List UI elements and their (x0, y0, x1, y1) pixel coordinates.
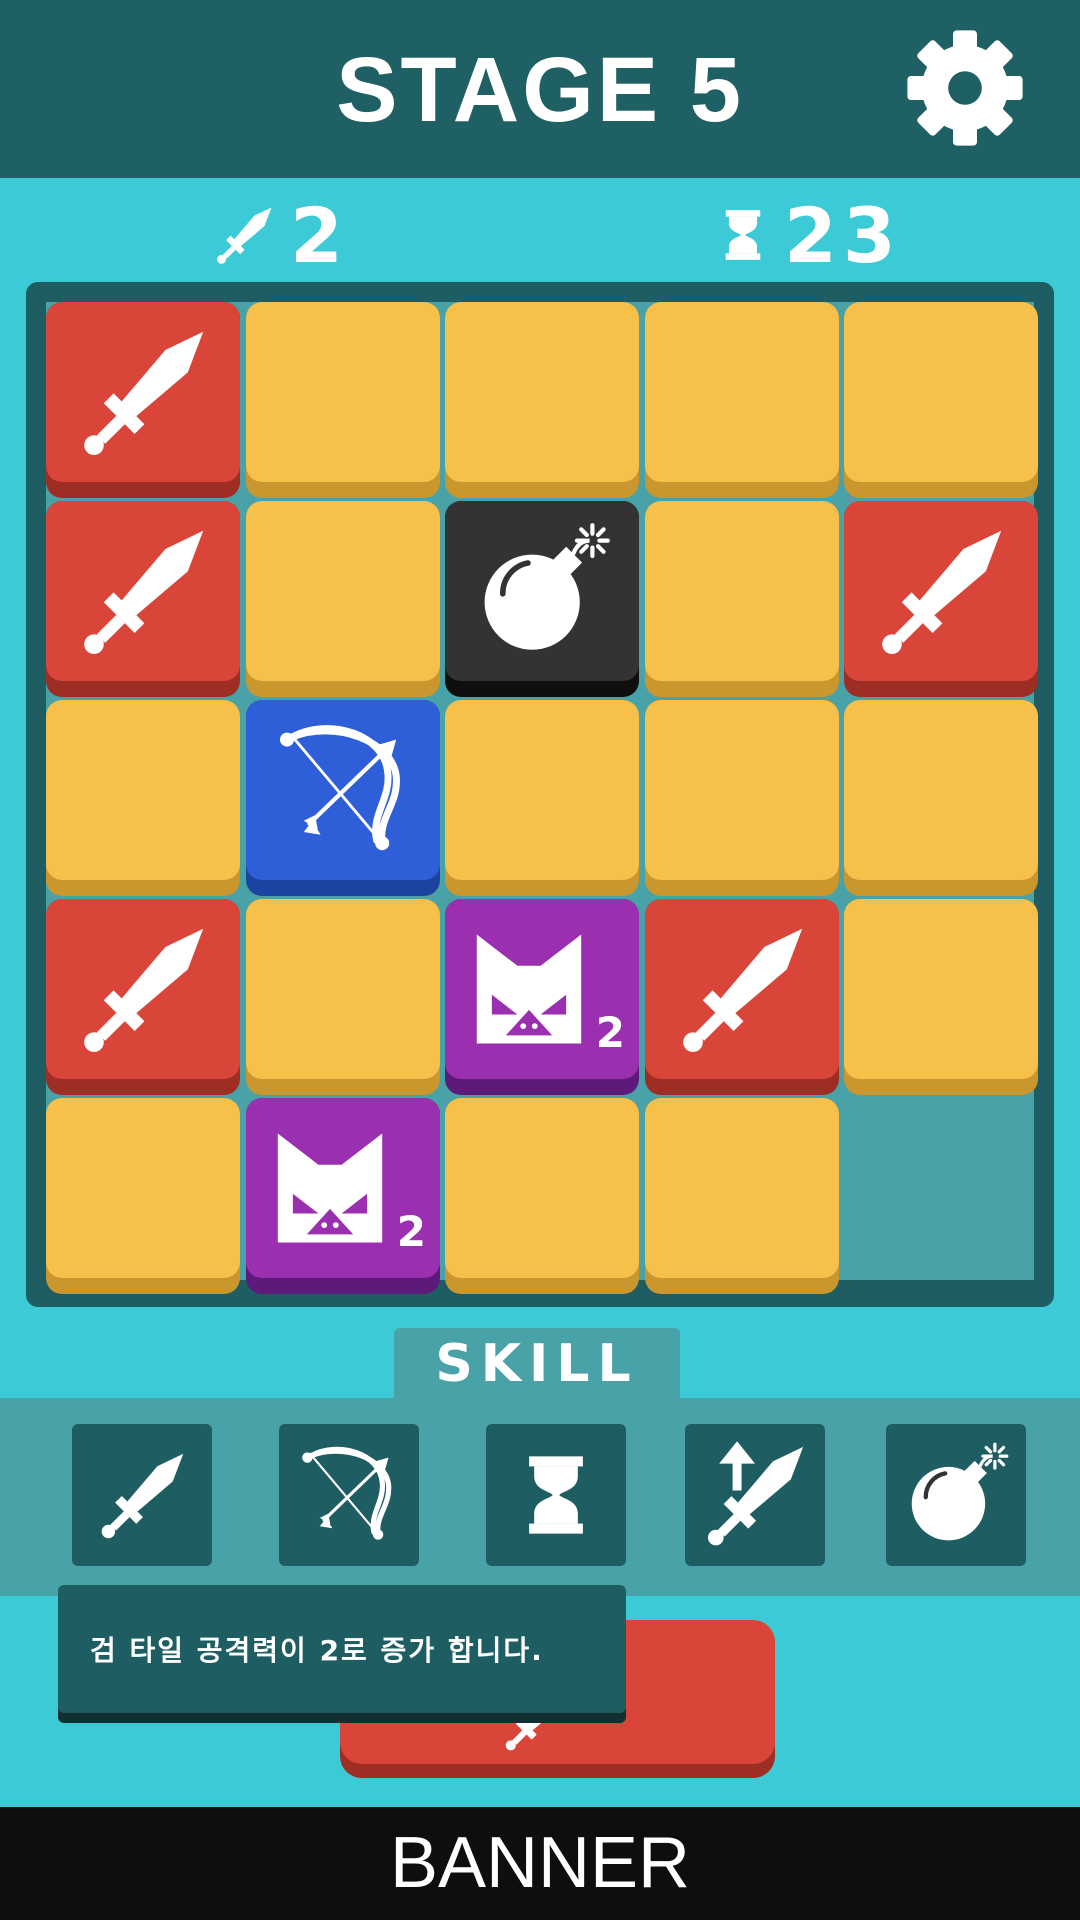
gear-icon[interactable] (905, 28, 1025, 148)
board-tile-empty[interactable] (445, 1098, 639, 1294)
hourglass-icon (514, 1443, 598, 1547)
board-tile-empty[interactable] (645, 501, 839, 697)
tile-face (46, 700, 240, 880)
tile-face (645, 700, 839, 880)
board-tile-empty[interactable] (844, 700, 1038, 896)
attack-stat: 2 (212, 190, 349, 280)
skill-button-bomb[interactable] (886, 1424, 1026, 1566)
board-tile-empty[interactable] (844, 302, 1038, 498)
board-tile-empty[interactable] (246, 302, 440, 498)
board-tile-empty[interactable] (645, 1098, 839, 1294)
board-tile-enemy[interactable]: 2 (246, 1098, 440, 1294)
tile-face (46, 1098, 240, 1278)
tile-face (246, 899, 440, 1079)
tile-face (844, 899, 1038, 1079)
board-tile-bow[interactable] (246, 700, 440, 896)
tile-face (645, 899, 839, 1079)
tile-face (46, 302, 240, 482)
turns-stat: 23 (716, 190, 902, 280)
board-tile-bomb[interactable] (445, 501, 639, 697)
board-tile-empty[interactable] (645, 302, 839, 498)
tile-face (46, 899, 240, 1079)
tile-face (445, 501, 639, 681)
ad-banner[interactable]: BANNER (0, 1807, 1080, 1920)
enemy-icon (471, 931, 587, 1047)
board-tile-empty[interactable] (645, 700, 839, 896)
board-tile-empty[interactable] (445, 302, 639, 498)
enemy-hp-count: 2 (595, 1008, 625, 1057)
tile-face (445, 302, 639, 482)
board-tile-sword[interactable] (645, 899, 839, 1095)
tile-face (645, 501, 839, 681)
tile-face (844, 700, 1038, 880)
bow-icon (297, 1443, 401, 1547)
bow-icon (273, 720, 413, 860)
board-tile-sword[interactable] (844, 501, 1038, 697)
enemy-icon (272, 1130, 388, 1246)
board-tile-sword[interactable] (46, 501, 240, 697)
sword-icon (672, 919, 812, 1059)
sword-icon (212, 203, 276, 267)
tile-face (445, 700, 639, 880)
board-tile-sword[interactable] (46, 302, 240, 498)
enemy-hp-count: 2 (396, 1207, 426, 1256)
board-tile-empty[interactable] (445, 700, 639, 896)
attack-value: 2 (290, 190, 349, 280)
skill-label: SKILL (394, 1328, 680, 1400)
sword-icon (871, 521, 1011, 661)
board-tile-sword[interactable] (46, 899, 240, 1095)
tile-face (246, 700, 440, 880)
board-tile-enemy[interactable]: 2 (445, 899, 639, 1095)
board-tile-empty[interactable] (844, 899, 1038, 1095)
tile-face (445, 1098, 639, 1278)
tile-face (46, 501, 240, 681)
bomb-icon (902, 1441, 1010, 1549)
turns-value: 23 (784, 190, 902, 280)
skill-button-sword[interactable] (72, 1424, 212, 1566)
skill-button-hourglass[interactable] (486, 1424, 626, 1566)
sword-icon (73, 521, 213, 661)
board-tile-empty[interactable] (246, 899, 440, 1095)
sword-icon (73, 919, 213, 1059)
skill-tooltip: 검 타일 공격력이 2로 증가 합니다. (58, 1585, 626, 1713)
board-tile-empty[interactable] (246, 501, 440, 697)
board-grid: 22 (46, 302, 1038, 1294)
bomb-icon (472, 521, 612, 661)
sword-icon (73, 322, 213, 462)
tile-face (844, 302, 1038, 482)
sword-icon (94, 1447, 190, 1543)
skill-button-bow[interactable] (279, 1424, 419, 1566)
tile-face (645, 1098, 839, 1278)
tile-face (246, 501, 440, 681)
skill-button-sword-up[interactable] (685, 1424, 825, 1566)
tile-face (645, 302, 839, 482)
tile-face (844, 501, 1038, 681)
board-tile-empty[interactable] (46, 1098, 240, 1294)
tile-face (246, 302, 440, 482)
hourglass-icon (716, 201, 770, 269)
sword-up-icon (699, 1441, 811, 1551)
board-tile-empty[interactable] (46, 700, 240, 896)
